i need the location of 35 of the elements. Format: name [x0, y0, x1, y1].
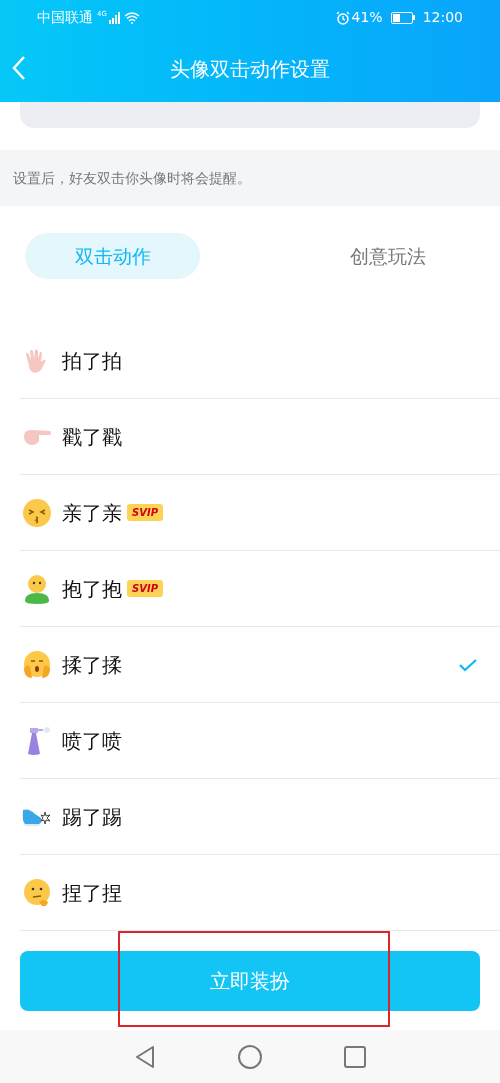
action-label: 喷了喷	[62, 727, 122, 755]
action-item[interactable]: 亲了亲 SVIP	[20, 475, 500, 551]
action-label: 抱了抱	[62, 575, 122, 603]
carrier-text: 中国联通	[37, 8, 93, 27]
time-text: 12:00	[422, 8, 463, 27]
notice-text: 设置后，好友双击你头像时将会提醒。	[0, 150, 500, 206]
svip-badge: SVIP	[127, 504, 163, 521]
action-label: 捏了捏	[62, 879, 122, 907]
action-item[interactable]: 喷了喷	[20, 703, 500, 779]
hugging-figure-icon	[22, 572, 52, 605]
home-circle-icon[interactable]	[238, 1044, 262, 1069]
action-item[interactable]: 揉了揉	[20, 627, 500, 703]
action-item[interactable]: 戳了戳	[20, 399, 500, 475]
wifi-icon	[123, 11, 140, 24]
action-item[interactable]: 踢了踢	[20, 779, 500, 855]
svip-badge: SVIP	[127, 580, 163, 597]
action-label: 拍了拍	[62, 347, 122, 375]
tab[interactable]: 创意玩法	[300, 233, 475, 279]
page-title: 头像双击动作设置	[170, 55, 330, 83]
battery-percent-text: 41%	[351, 8, 383, 27]
action-item[interactable]: 抱了抱 SVIP	[20, 551, 500, 627]
battery-icon	[390, 11, 415, 24]
alarm-icon	[335, 10, 350, 25]
action-label: 亲了亲	[62, 499, 122, 527]
action-label: 揉了揉	[62, 651, 122, 679]
thinking-face-icon	[22, 877, 52, 908]
kissing-face-icon	[22, 497, 52, 528]
signal-icon	[107, 11, 120, 24]
recents-square-icon[interactable]	[344, 1045, 366, 1068]
action-item[interactable]: 捏了捏	[20, 855, 500, 931]
action-label: 戳了戳	[62, 423, 122, 451]
action-label: 踢了踢	[62, 803, 122, 831]
action-item[interactable]: 拍了拍	[20, 323, 500, 399]
cheek-rubbing-face-icon	[22, 649, 52, 680]
back-triangle-icon[interactable]	[134, 1044, 156, 1069]
